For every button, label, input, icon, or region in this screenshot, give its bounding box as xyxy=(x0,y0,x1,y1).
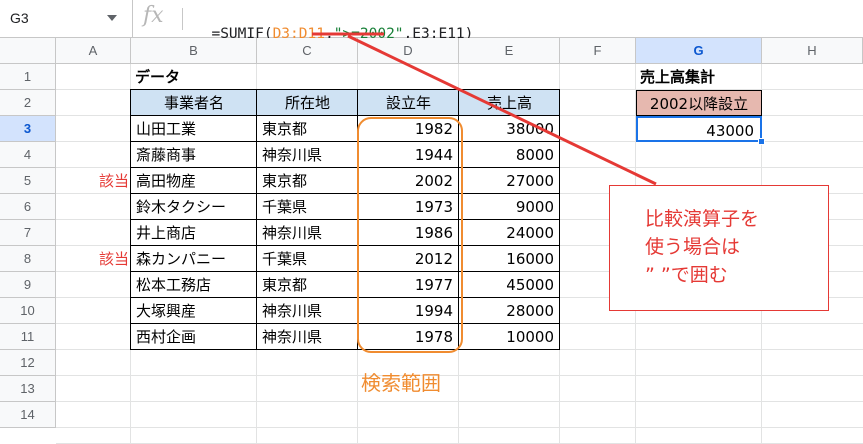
name-box-value: G3 xyxy=(10,10,29,26)
table-cell[interactable]: 松本工務店 xyxy=(131,272,257,298)
row-header-6[interactable]: 6 xyxy=(0,194,56,220)
match-mark[interactable]: 該当 xyxy=(56,168,131,194)
table-cell[interactable]: 千葉県 xyxy=(257,194,358,220)
table-border xyxy=(130,245,560,246)
summary-result-cell[interactable]: 43000 xyxy=(636,116,762,142)
column-header-e[interactable]: E xyxy=(459,38,560,64)
column-header-g[interactable]: G xyxy=(636,38,762,64)
table-border xyxy=(130,141,560,142)
table-header-cell[interactable]: 売上高 xyxy=(459,90,560,116)
table-border xyxy=(256,89,257,350)
table-cell[interactable]: 東京都 xyxy=(257,272,358,298)
table-border xyxy=(130,219,560,220)
table-border xyxy=(130,271,560,272)
search-range-label: 検索範囲 xyxy=(361,371,441,395)
chevron-down-icon[interactable] xyxy=(107,15,117,21)
table-border xyxy=(130,89,131,350)
table-cell[interactable]: 東京都 xyxy=(257,116,358,142)
callout-line-1: 比較演算子を xyxy=(645,208,760,230)
row-header-14[interactable]: 14 xyxy=(0,402,56,428)
table-cell[interactable]: 千葉県 xyxy=(257,246,358,272)
table-header-cell[interactable]: 設立年 xyxy=(358,90,459,116)
gridline xyxy=(56,401,863,402)
table-border xyxy=(130,167,560,168)
table-border xyxy=(130,323,560,324)
table-cell[interactable]: 斎藤商事 xyxy=(131,142,257,168)
table-cell[interactable]: 西村企画 xyxy=(131,324,257,350)
row-header-9[interactable]: 9 xyxy=(0,272,56,298)
row-header-7[interactable]: 7 xyxy=(0,220,56,246)
row-header-11[interactable]: 11 xyxy=(0,324,56,350)
row-header-2[interactable]: 2 xyxy=(0,90,56,116)
table-cell[interactable]: 45000 xyxy=(459,272,560,298)
table-cell[interactable]: 24000 xyxy=(459,220,560,246)
summary-title[interactable]: 売上高集計 xyxy=(636,64,762,90)
table-cell[interactable]: 神奈川県 xyxy=(257,298,358,324)
table-cell[interactable]: 10000 xyxy=(459,324,560,350)
table-cell[interactable]: 森カンパニー xyxy=(131,246,257,272)
callout-line-2: 使う場合は xyxy=(645,236,741,258)
table-cell[interactable]: 神奈川県 xyxy=(257,220,358,246)
table-border xyxy=(559,89,560,350)
row-header-3[interactable]: 3 xyxy=(0,116,56,142)
table-cell[interactable]: 高田物産 xyxy=(131,168,257,194)
column-header-c[interactable]: C xyxy=(257,38,358,64)
fill-handle[interactable] xyxy=(758,138,765,145)
row-header-13[interactable]: 13 xyxy=(0,376,56,402)
table-cell[interactable]: 38000 xyxy=(459,116,560,142)
gridline xyxy=(56,427,863,428)
select-all-corner[interactable] xyxy=(0,38,56,64)
row-header-12[interactable]: 12 xyxy=(0,350,56,376)
table-border xyxy=(130,349,560,350)
row-header-8[interactable]: 8 xyxy=(0,246,56,272)
table-cell[interactable]: 鈴木タクシー xyxy=(131,194,257,220)
table-header-cell[interactable]: 所在地 xyxy=(257,90,358,116)
match-mark[interactable]: 該当 xyxy=(56,246,131,272)
table-title[interactable]: データ xyxy=(131,64,257,90)
table-cell[interactable]: 9000 xyxy=(459,194,560,220)
table-cell[interactable]: 神奈川県 xyxy=(257,324,358,350)
table-cell[interactable]: 28000 xyxy=(459,298,560,324)
search-range-highlight xyxy=(357,117,463,353)
column-header-d[interactable]: D xyxy=(358,38,459,64)
formula-separator xyxy=(182,8,183,30)
row-header-10[interactable]: 10 xyxy=(0,298,56,324)
table-border xyxy=(130,297,560,298)
table-cell[interactable]: 神奈川県 xyxy=(257,142,358,168)
table-cell[interactable]: 27000 xyxy=(459,168,560,194)
fx-icon: fx xyxy=(143,3,164,28)
table-cell[interactable]: 大塚興産 xyxy=(131,298,257,324)
row-header-5[interactable]: 5 xyxy=(0,168,56,194)
row-header-1[interactable]: 1 xyxy=(0,64,56,90)
table-cell[interactable]: 山田工業 xyxy=(131,116,257,142)
column-header-h[interactable]: H xyxy=(762,38,863,64)
gridline xyxy=(56,375,863,376)
row-header-4[interactable]: 4 xyxy=(0,142,56,168)
table-cell[interactable]: 東京都 xyxy=(257,168,358,194)
table-cell[interactable]: 8000 xyxy=(459,142,560,168)
column-header-a[interactable]: A xyxy=(56,38,131,64)
table-border xyxy=(130,115,560,116)
table-header-cell[interactable]: 事業者名 xyxy=(131,90,257,116)
column-header-b[interactable]: B xyxy=(131,38,257,64)
table-border xyxy=(130,193,560,194)
table-cell[interactable]: 井上商店 xyxy=(131,220,257,246)
table-cell[interactable]: 16000 xyxy=(459,246,560,272)
summary-header[interactable]: 2002以降設立 xyxy=(636,90,762,116)
table-border xyxy=(130,89,560,90)
callout-line-3: ” ”で囲む xyxy=(645,264,728,286)
column-header-f[interactable]: F xyxy=(560,38,636,64)
